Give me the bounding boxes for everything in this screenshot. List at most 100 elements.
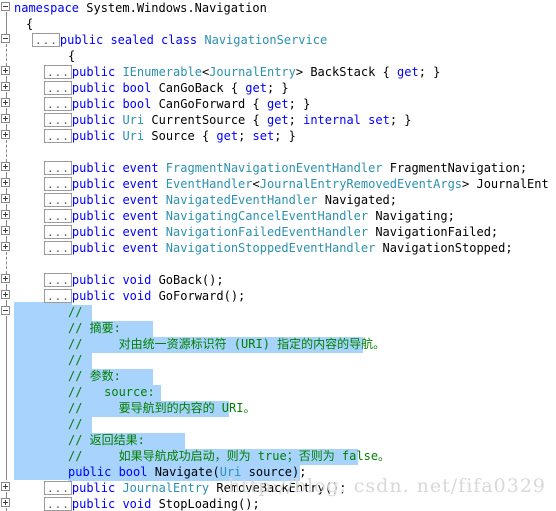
collapsed-region-stub[interactable]: ...: [32, 33, 60, 47]
code-token: public event: [71, 225, 166, 239]
collapsed-region-stub[interactable]: ...: [44, 65, 72, 79]
code-line[interactable]: //: [68, 352, 82, 368]
code-line[interactable]: {: [26, 16, 33, 32]
code-token: NavigationFailedEventHandler: [165, 225, 369, 239]
collapsed-region-stub[interactable]: ...: [44, 161, 72, 175]
code-token: FragmentNavigation;: [382, 161, 528, 175]
code-token: source);: [241, 465, 307, 479]
code-line[interactable]: ... public event FragmentNavigationEventH…: [44, 160, 527, 176]
code-token: public bool: [71, 97, 159, 111]
code-line[interactable]: //: [68, 416, 82, 432]
code-line[interactable]: ... public event NavigatingCancelEventHan…: [44, 208, 455, 224]
code-token: StopLoading();: [158, 497, 260, 511]
code-line[interactable]: // 要导航到的内容的 URI。: [68, 400, 255, 416]
code-token: NavigationStopped;: [375, 241, 513, 255]
code-token: NavigatingCancelEventHandler: [165, 209, 369, 223]
code-token: Navigating;: [368, 209, 455, 223]
code-line[interactable]: // 参数:: [68, 368, 121, 384]
collapsed-region-stub[interactable]: ...: [44, 113, 72, 127]
code-line[interactable]: ... public Uri Source { get; set; }: [44, 128, 296, 144]
collapsed-region-stub[interactable]: ...: [44, 289, 72, 303]
expand-region-icon[interactable]: [1, 242, 10, 251]
expand-region-icon[interactable]: [1, 482, 10, 491]
outlining-guide-line: [6, 12, 8, 34]
code-line[interactable]: ... public void GoBack();: [44, 272, 224, 288]
code-line[interactable]: namespace System.Windows.Navigation: [14, 0, 267, 16]
collapsed-region-stub[interactable]: ...: [44, 177, 72, 191]
code-line[interactable]: ... public Uri CurrentSource { get; inter…: [44, 112, 412, 128]
code-line[interactable]: ... public event EventHandler<JournalEntr…: [44, 176, 549, 192]
code-line[interactable]: // 摘要:: [68, 320, 121, 336]
expand-region-icon[interactable]: [1, 178, 10, 187]
expand-region-icon[interactable]: [1, 210, 10, 219]
code-token: //: [68, 305, 83, 319]
code-token: System.Windows.Navigation: [86, 1, 267, 15]
code-line[interactable]: public bool Navigate(Uri source);: [68, 464, 306, 480]
code-line[interactable]: ... public bool CanGoBack { get; }: [44, 80, 289, 96]
collapsed-region-stub[interactable]: ...: [44, 497, 72, 511]
expand-region-icon[interactable]: [1, 162, 10, 171]
code-token: ; }: [389, 113, 412, 127]
code-token: get: [397, 65, 419, 79]
collapsed-region-stub[interactable]: ...: [44, 225, 72, 239]
collapsed-region-stub[interactable]: ...: [44, 97, 72, 111]
collapse-region-icon[interactable]: [1, 34, 10, 43]
code-token: // 如果导航成功启动，则为 true；否则为 false。: [68, 449, 391, 463]
code-line[interactable]: // 如果导航成功启动，则为 true；否则为 false。: [68, 448, 390, 464]
collapsed-region-stub[interactable]: ...: [44, 81, 72, 95]
collapsed-region-stub[interactable]: ...: [44, 481, 72, 495]
code-line[interactable]: // 对由统一资源标识符 (URI) 指定的内容的导航。: [68, 336, 385, 352]
expand-region-icon[interactable]: [1, 66, 10, 75]
code-line[interactable]: // 返回结果:: [68, 432, 145, 448]
code-token: public event: [71, 161, 166, 175]
code-line[interactable]: ... public event NavigationFailedEventHan…: [44, 224, 498, 240]
outlining-guide-line: [6, 44, 8, 66]
collapsed-region-stub[interactable]: ...: [44, 193, 72, 207]
code-token: CurrentSource {: [144, 113, 267, 127]
code-token: get: [245, 81, 267, 95]
expand-region-icon[interactable]: [1, 82, 10, 91]
code-text-layer[interactable]: namespace System.Windows.Navigation{... p…: [0, 0, 556, 511]
expand-region-icon[interactable]: [1, 114, 10, 123]
code-token: ; }: [266, 81, 289, 95]
outlining-gutter[interactable]: [0, 0, 14, 511]
collapsed-region-stub[interactable]: ...: [44, 241, 72, 255]
code-editor-surface[interactable]: namespace System.Windows.Navigation{... p…: [0, 0, 556, 511]
code-token: Navigate(: [154, 465, 220, 479]
code-token: ; }: [288, 97, 311, 111]
expand-region-icon[interactable]: [1, 274, 10, 283]
code-line[interactable]: ... public sealed class NavigationService: [32, 32, 327, 48]
code-line[interactable]: ... public event NavigatedEventHandler Na…: [44, 192, 397, 208]
code-line[interactable]: ... public event NavigationStoppedEventHa…: [44, 240, 513, 256]
collapsed-region-stub[interactable]: ...: [44, 209, 72, 223]
collapsed-region-stub[interactable]: ...: [44, 273, 72, 287]
code-token: public void: [71, 497, 159, 511]
code-token: {: [26, 17, 34, 31]
expand-region-icon[interactable]: [1, 98, 10, 107]
code-line[interactable]: //: [68, 304, 82, 320]
expand-region-icon[interactable]: [1, 194, 10, 203]
collapse-region-icon[interactable]: [1, 306, 10, 315]
code-line[interactable]: // source:: [68, 384, 155, 400]
code-token: // 摘要:: [68, 321, 121, 335]
code-token: EventHandler: [165, 177, 253, 191]
code-line[interactable]: {: [68, 48, 75, 64]
expand-region-icon[interactable]: [1, 130, 10, 139]
code-token: > JournalEnt: [462, 177, 549, 191]
code-line[interactable]: ... public void GoForward();: [44, 288, 245, 304]
expand-region-icon[interactable]: [1, 290, 10, 299]
code-line[interactable]: ... public bool CanGoForward { get; }: [44, 96, 310, 112]
code-token: ; }: [418, 65, 441, 79]
code-token: NavigationService: [204, 33, 328, 47]
code-line[interactable]: ... public void StopLoading();: [44, 496, 260, 511]
collapse-region-icon[interactable]: [1, 2, 10, 11]
code-token: // 返回结果:: [68, 433, 145, 447]
code-token: public void: [71, 289, 159, 303]
outlining-guide-line: [6, 316, 8, 480]
code-line[interactable]: ... public JournalEntry RemoveBackEntry()…: [44, 480, 346, 496]
code-token: > BackStack {: [295, 65, 398, 79]
expand-region-icon[interactable]: [1, 498, 10, 507]
collapsed-region-stub[interactable]: ...: [44, 129, 72, 143]
code-line[interactable]: ... public IEnumerable<JournalEntry> Back…: [44, 64, 440, 80]
expand-region-icon[interactable]: [1, 226, 10, 235]
